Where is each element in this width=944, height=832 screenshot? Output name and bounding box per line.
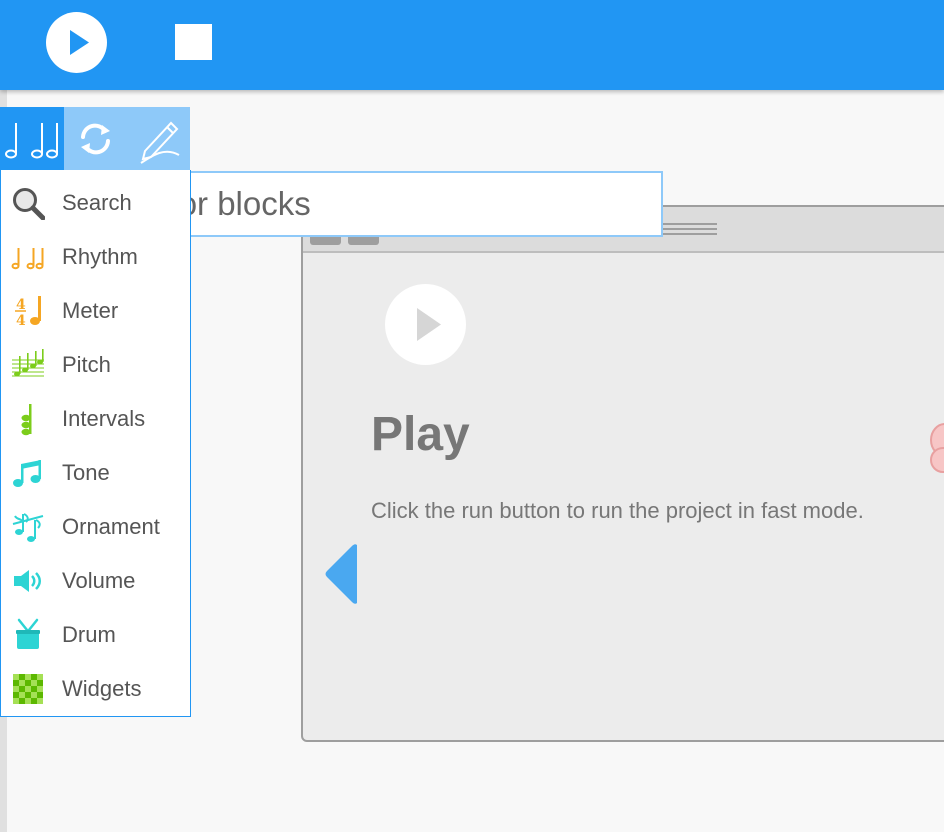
magnifier-icon <box>13 188 45 220</box>
block-palette: Search Rhythm 4 4 Meter Pitch Intervals … <box>0 170 191 717</box>
palette-item-ornament[interactable]: Ornament <box>1 500 190 554</box>
time-signature-icon: 4 4 <box>15 296 41 328</box>
refresh-icon <box>81 123 110 155</box>
palette-item-label: Search <box>62 190 132 215</box>
palette-item-label: Drum <box>62 622 116 647</box>
tab-music[interactable] <box>0 107 64 170</box>
palette-item-pitch[interactable]: Pitch <box>1 338 190 392</box>
palette-item-search[interactable]: Search <box>1 176 190 230</box>
palette-item-drum[interactable]: Drum <box>1 608 190 662</box>
palette-item-widgets[interactable]: Widgets <box>1 662 190 716</box>
help-feature-icon <box>385 284 466 365</box>
top-toolbar <box>0 0 944 90</box>
palette-item-label: Intervals <box>62 406 146 431</box>
palette-item-label: Meter <box>62 298 119 323</box>
help-description: Click the run button to run the project … <box>371 498 864 523</box>
tab-refresh[interactable] <box>64 107 127 170</box>
drum-icon <box>16 618 40 649</box>
pencil-icon <box>140 121 180 164</box>
palette-item-meter[interactable]: 4 4 Meter <box>1 284 190 338</box>
palette-item-label: Pitch <box>62 352 111 377</box>
play-circle-icon <box>417 308 441 341</box>
palette-item-label: Rhythm <box>62 244 138 269</box>
pitch-staff-icon <box>12 349 44 377</box>
svg-text:4: 4 <box>16 313 26 328</box>
run-button[interactable] <box>46 12 107 73</box>
search-box <box>150 171 663 237</box>
help-title: Play <box>371 408 470 461</box>
palette-tabs <box>0 107 190 170</box>
palette-item-label: Widgets <box>62 676 142 701</box>
palette-item-label: Ornament <box>62 514 160 539</box>
palette-item-tone[interactable]: Tone <box>1 446 190 500</box>
palette-item-intervals[interactable]: Intervals <box>1 392 190 446</box>
speaker-icon <box>14 570 41 592</box>
mouse-mascot-icon <box>930 423 944 473</box>
palette-item-volume[interactable]: Volume <box>1 554 190 608</box>
music-notes-icon <box>5 123 58 159</box>
play-icon <box>70 30 89 55</box>
rhythm-notes-icon <box>11 248 44 270</box>
previous-arrow-icon[interactable] <box>324 543 360 605</box>
tone-note-icon <box>13 460 41 487</box>
search-input[interactable] <box>152 173 657 235</box>
drag-handle-icon[interactable] <box>663 221 717 237</box>
palette-item-label: Tone <box>62 460 110 485</box>
ornament-notes-icon <box>12 513 44 542</box>
help-dialog: Play Click the run button to run the pro… <box>301 205 944 742</box>
intervals-note-icon <box>21 404 32 436</box>
stop-button[interactable] <box>175 24 212 60</box>
tab-pencil[interactable] <box>127 107 190 170</box>
palette-item-label: Volume <box>62 568 136 593</box>
widget-grid-icon <box>13 674 43 704</box>
palette-item-rhythm[interactable]: Rhythm <box>1 230 190 284</box>
